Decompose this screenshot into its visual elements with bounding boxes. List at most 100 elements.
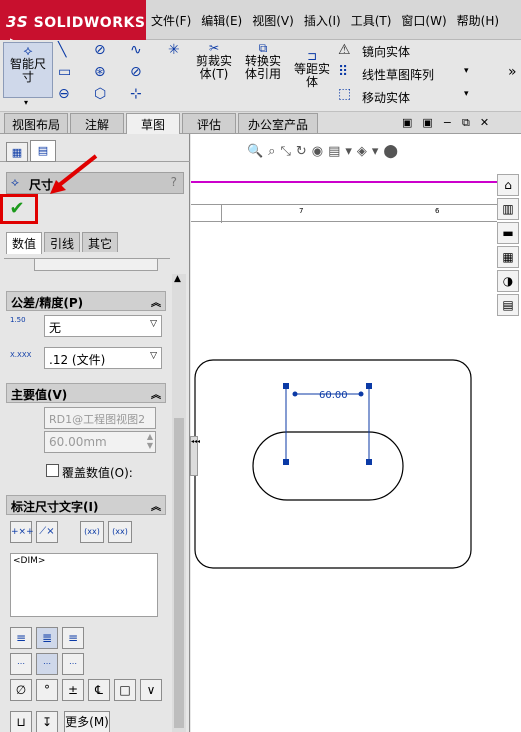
- sheet-ruler: 7 6: [191, 204, 497, 223]
- scroll-up-icon[interactable]: ▲: [174, 274, 181, 284]
- smart-dimension-button[interactable]: ⟡ 智能尺 寸: [3, 42, 53, 98]
- justify-bottom-button[interactable]: ⋯: [62, 653, 84, 675]
- align-center-button[interactable]: ≣: [36, 627, 58, 649]
- panel-scrollbar[interactable]: ▲: [172, 274, 186, 732]
- collapse-icon[interactable]: ︽: [151, 386, 161, 401]
- trim-entities-button[interactable]: ✂ 剪裁实 体(T): [192, 42, 236, 81]
- primary-value-section-header[interactable]: 主要值(V) ︽: [6, 383, 166, 403]
- primary-value-header-label: 主要值(V): [11, 388, 68, 402]
- ok-button[interactable]: ✔: [6, 198, 28, 220]
- menu-tools[interactable]: 工具(T): [346, 12, 397, 29]
- tab-sketch[interactable]: 草图: [126, 113, 180, 135]
- offset-entities-button[interactable]: ⊐ 等距实 体: [290, 50, 334, 89]
- tab-view-layout[interactable]: 视图布局: [4, 113, 68, 133]
- scroll-area: 公差/精度(P) ︽ 1.50 无 ▽ X.XXX .12 (文件) ▽ 主要值…: [4, 258, 170, 732]
- convert-entities-button[interactable]: ⧉ 转换实 体引用: [240, 42, 286, 81]
- menu-help[interactable]: 帮助(H): [452, 12, 504, 29]
- point-polygon-icon[interactable]: ⬡: [94, 86, 106, 102]
- spline-icon[interactable]: ∿: [130, 42, 142, 58]
- parenthesis-button[interactable]: (xx): [80, 521, 104, 543]
- move-dropdown-icon[interactable]: ▾: [464, 89, 469, 99]
- tolerance-section-header[interactable]: 公差/精度(P) ︽: [6, 291, 166, 311]
- justify-middle-button[interactable]: ⋯: [36, 653, 58, 675]
- annotation-arrow: [50, 154, 98, 194]
- slot-icon[interactable]: ⊖: [58, 86, 70, 102]
- subtab-other[interactable]: 其它: [82, 232, 118, 252]
- menu-bar: 文件(F) 编辑(E) 视图(V) 插入(I) 工具(T) 窗口(W) 帮助(H…: [146, 12, 504, 29]
- solidworks-logo[interactable]: 3S SOLIDWORKS ▸: [0, 0, 146, 46]
- subtabs: 数值 引线 其它: [6, 232, 166, 254]
- square-symbol-button[interactable]: □: [114, 679, 136, 701]
- align-right-button[interactable]: ≡: [62, 627, 84, 649]
- move-entities-button[interactable]: 移动实体: [362, 89, 410, 106]
- dimension-value-field: 60.00mm ▲ ▼: [44, 431, 156, 453]
- spinner-icon: ▲ ▼: [146, 432, 153, 450]
- tolerance-type-select[interactable]: 无 ▽: [44, 315, 162, 337]
- mirror-entities-button[interactable]: 镜向实体: [362, 43, 410, 60]
- scrollbar-thumb[interactable]: [174, 418, 184, 728]
- inspection-box-button[interactable]: (xx): [108, 521, 132, 543]
- file-explorer-icon[interactable]: ▬: [497, 222, 519, 244]
- panel-collapse-handle[interactable]: ◂◂◂: [190, 436, 200, 476]
- collapse-icon[interactable]: ︽: [151, 498, 161, 513]
- align-left-button[interactable]: ≡: [10, 627, 32, 649]
- menu-file[interactable]: 文件(F): [146, 12, 196, 29]
- smart-dimension-dropdown-icon[interactable]: ▾: [24, 98, 28, 107]
- polygon-icon[interactable]: ⊛: [94, 64, 106, 80]
- justify-top-button[interactable]: ⋯: [10, 653, 32, 675]
- design-library-icon[interactable]: ▥: [497, 198, 519, 220]
- home-icon[interactable]: ⌂: [497, 174, 519, 196]
- collapse-icon[interactable]: ︽: [151, 294, 161, 309]
- depth-symbol-button[interactable]: ↧: [36, 711, 58, 732]
- help-icon[interactable]: ?: [171, 175, 177, 189]
- feature-tree-tab-icon[interactable]: ▦: [6, 142, 28, 162]
- ruler-label-b: 6: [435, 207, 440, 215]
- linear-pattern-dropdown-icon[interactable]: ▾: [464, 66, 469, 76]
- drawing-view[interactable]: 60.00: [193, 356, 493, 586]
- menu-edit[interactable]: 编辑(E): [196, 12, 247, 29]
- rectangle-icon[interactable]: ▭: [58, 64, 71, 80]
- dimension-text[interactable]: 60.00: [319, 390, 348, 401]
- text-plane-icon[interactable]: ⊹: [130, 86, 142, 102]
- menu-insert[interactable]: 插入(I): [299, 12, 346, 29]
- subtab-value[interactable]: 数值: [6, 232, 42, 254]
- centerline-symbol-button[interactable]: ℄: [88, 679, 110, 701]
- graphics-area[interactable]: 🔍⌕⤡↻◉▤▾◈▾⬤ 7 6 60.00 ◂◂◂: [190, 134, 521, 732]
- offset-label-2: 体: [305, 75, 318, 89]
- handle-top-left: [283, 383, 289, 389]
- plusminus-symbol-button[interactable]: ±: [62, 679, 84, 701]
- tab-evaluate[interactable]: 评估: [182, 113, 236, 133]
- chevron-down-icon: ▽: [150, 351, 157, 361]
- menu-window[interactable]: 窗口(W): [396, 12, 451, 29]
- precision-select[interactable]: .12 (文件) ▽: [44, 347, 162, 369]
- dim-text-area[interactable]: <DIM>: [10, 553, 158, 617]
- counterbore-symbol-button[interactable]: ⊔: [10, 711, 32, 732]
- add-parens-left-button[interactable]: +×+: [10, 521, 34, 543]
- view-palette-icon[interactable]: ▦: [497, 246, 519, 268]
- line-icon[interactable]: ╲: [58, 42, 66, 58]
- appearances-icon[interactable]: ◑: [497, 270, 519, 292]
- more-symbols-button[interactable]: 更多(M): [64, 711, 110, 732]
- toolbar-more-button[interactable]: »: [508, 64, 517, 80]
- custom-properties-icon[interactable]: ▤: [497, 294, 519, 316]
- dim-text-section-header[interactable]: 标注尺寸文字(I) ︽: [6, 495, 166, 515]
- ellipse-icon[interactable]: ⊘: [130, 64, 142, 80]
- more-symbols-dropdown[interactable]: ∨: [140, 679, 162, 701]
- menu-view[interactable]: 视图(V): [247, 12, 299, 29]
- override-value-checkbox[interactable]: [46, 464, 59, 477]
- centerline-icon[interactable]: ✳: [168, 42, 180, 58]
- diameter-symbol-button[interactable]: ∅: [10, 679, 32, 701]
- linear-pattern-button[interactable]: 线性草图阵列: [362, 66, 434, 83]
- tolerance-header-label: 公差/精度(P): [11, 296, 84, 310]
- dimension-name-value: RD1@工程图视图2: [49, 413, 146, 426]
- circle-icon[interactable]: ⊘: [94, 42, 106, 58]
- ruler-tick-a: [221, 205, 222, 223]
- subtab-leader[interactable]: 引线: [44, 232, 80, 252]
- tab-annotation[interactable]: 注解: [70, 113, 124, 133]
- window-controls: ▣▣−⧉✕: [402, 116, 500, 129]
- tab-office-products[interactable]: 办公室产品: [238, 113, 318, 133]
- tolerance-type-value: 无: [49, 321, 62, 335]
- degree-symbol-button[interactable]: °: [36, 679, 58, 701]
- ruler-label-a: 7: [299, 207, 304, 215]
- angle-text-button[interactable]: ⟋×: [36, 521, 58, 543]
